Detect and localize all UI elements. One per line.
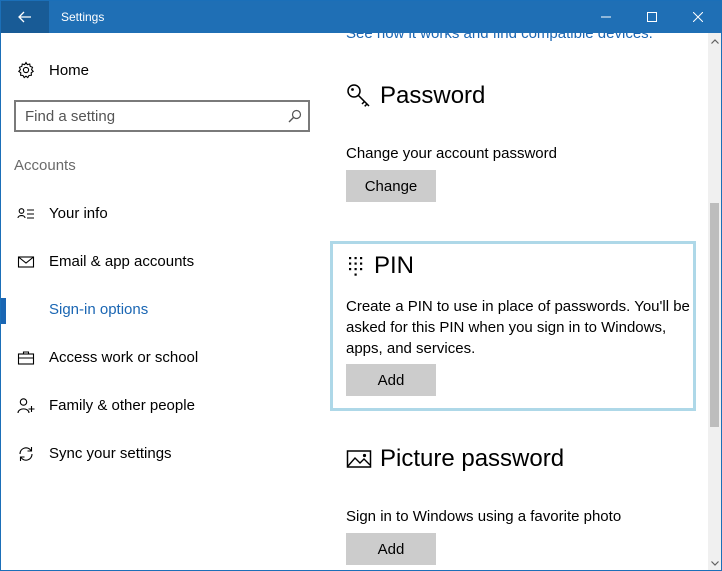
sidebar-item-label: Access work or school xyxy=(49,349,199,366)
chevron-down-icon xyxy=(710,560,719,566)
picture-icon xyxy=(346,450,372,468)
person-add-icon xyxy=(17,398,35,414)
close-icon xyxy=(693,12,703,22)
picture-password-title: Picture password xyxy=(380,445,565,472)
back-button[interactable] xyxy=(1,1,49,33)
picture-password-section-title: Picture password xyxy=(346,445,564,473)
pin-description: Create a PIN to use in place of password… xyxy=(346,298,690,357)
password-title: Password xyxy=(380,82,486,109)
chevron-up-icon xyxy=(710,38,719,44)
sidebar-item-label: Family & other people xyxy=(49,397,195,414)
password-description: Change your account password xyxy=(346,145,557,162)
sidebar-item-email-accounts[interactable]: Email & app accounts xyxy=(1,242,328,282)
sidebar-item-your-info[interactable]: Your info xyxy=(1,194,328,234)
maximize-button[interactable] xyxy=(629,1,675,33)
add-pin-button[interactable]: Add xyxy=(346,364,436,396)
sync-icon xyxy=(19,447,33,461)
scroll-down-button[interactable] xyxy=(708,555,721,570)
sidebar-item-label: Email & app accounts xyxy=(49,253,195,270)
title-bar: Settings xyxy=(1,1,721,33)
accounts-section-heading: Accounts xyxy=(14,157,76,174)
sidebar: Home Accounts Your info Email & app ac xyxy=(1,33,328,570)
pin-section-title: PIN xyxy=(346,252,414,280)
window-title: Settings xyxy=(61,10,105,24)
sidebar-item-sign-in-options[interactable]: Sign-in options xyxy=(1,290,328,330)
key-icon xyxy=(347,84,370,107)
add-picture-password-button[interactable]: Add xyxy=(346,533,436,565)
compatible-devices-link[interactable]: See how it works and find compatible dev… xyxy=(346,33,653,42)
sidebar-item-label: Sync your settings xyxy=(49,445,172,462)
scroll-up-button[interactable] xyxy=(708,33,721,49)
home-nav-item[interactable]: Home xyxy=(17,59,89,81)
scrollbar-thumb[interactable] xyxy=(710,203,719,427)
person-card-icon xyxy=(17,208,34,219)
maximize-icon xyxy=(647,12,657,22)
briefcase-icon xyxy=(17,351,35,365)
home-label: Home xyxy=(49,61,90,79)
sidebar-item-label: Your info xyxy=(49,205,108,222)
gear-icon xyxy=(17,61,35,79)
sidebar-item-work-school[interactable]: Access work or school xyxy=(1,338,328,378)
search-icon[interactable] xyxy=(288,109,302,123)
keypad-icon xyxy=(349,257,363,276)
back-arrow-icon xyxy=(18,11,31,23)
mail-icon xyxy=(17,256,35,268)
content-scrollbar[interactable] xyxy=(708,33,721,570)
active-indicator xyxy=(1,298,6,324)
sidebar-item-sync[interactable]: Sync your settings xyxy=(1,434,328,474)
content-pane: See how it works and find compatible dev… xyxy=(328,33,708,570)
password-section-title: Password xyxy=(346,82,485,110)
sidebar-item-label: Sign-in options xyxy=(49,301,149,318)
picture-password-description: Sign in to Windows using a favorite phot… xyxy=(346,508,622,525)
minimize-button[interactable] xyxy=(583,1,629,33)
search-input[interactable] xyxy=(16,102,276,130)
change-password-button[interactable]: Change xyxy=(346,170,436,202)
search-box[interactable] xyxy=(14,100,310,132)
sidebar-item-family[interactable]: Family & other people xyxy=(1,386,328,426)
settings-window: Settings Home Accounts xyxy=(0,0,722,571)
close-button[interactable] xyxy=(675,1,721,33)
minimize-icon xyxy=(601,16,611,18)
pin-title: PIN xyxy=(374,252,415,279)
